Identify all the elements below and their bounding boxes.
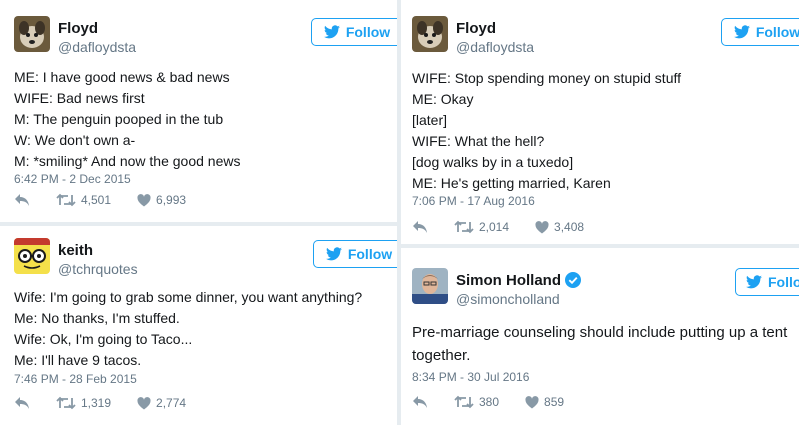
retweet-button[interactable]: 380 bbox=[454, 395, 499, 409]
like-count: 3,408 bbox=[554, 220, 585, 234]
retweet-icon bbox=[454, 220, 474, 234]
tweet-line: Me: No thanks, I'm stuffed. bbox=[14, 310, 180, 326]
retweet-button[interactable]: 4,501 bbox=[56, 193, 111, 207]
retweet-count: 1,319 bbox=[81, 396, 112, 410]
tweet-text: Wife: I'm going to grab some dinner, you… bbox=[14, 287, 362, 371]
sponge-glasses-avatar-icon bbox=[14, 238, 50, 274]
person-avatar-icon bbox=[412, 268, 448, 304]
avatar-floyd-dog[interactable] bbox=[14, 16, 50, 52]
tweet-actions: 380 859 bbox=[412, 395, 590, 409]
avatar-simon-holland[interactable] bbox=[412, 268, 448, 304]
avatar-keith-sponge[interactable] bbox=[14, 238, 50, 274]
dog-avatar-icon bbox=[412, 16, 448, 52]
tweet-line: Me: I'll have 9 tacos. bbox=[14, 352, 142, 368]
tweet-line: ME: Okay bbox=[412, 91, 474, 107]
tweet-text: ME: I have good news & bad news WIFE: Ba… bbox=[14, 67, 240, 172]
follow-label: Follow bbox=[755, 24, 799, 40]
tweet-timestamp[interactable]: 7:06 PM - 17 Aug 2016 bbox=[412, 194, 535, 208]
like-count: 859 bbox=[544, 395, 565, 409]
like-button[interactable]: 859 bbox=[525, 395, 564, 409]
follow-button[interactable]: Follow bbox=[721, 18, 799, 46]
retweet-icon bbox=[454, 395, 474, 409]
follow-label: Follow bbox=[345, 24, 391, 40]
tweet-line: [dog walks by in a tuxedo] bbox=[412, 154, 574, 170]
heart-icon bbox=[137, 193, 151, 206]
tweet-line: WIFE: Bad news first bbox=[14, 90, 145, 106]
author-name[interactable]: Floyd bbox=[58, 20, 98, 37]
author-name-text: Simon Holland bbox=[456, 272, 561, 289]
tweet-line: Wife: Ok, I'm going to Taco... bbox=[14, 331, 193, 347]
verified-badge-icon bbox=[565, 272, 581, 292]
reply-arrow-icon bbox=[413, 221, 427, 233]
tweet-text: WIFE: Stop spending money on stupid stuf… bbox=[412, 68, 681, 194]
tweet-line: W: We don't own a- bbox=[14, 132, 136, 148]
author-handle[interactable]: @simoncholland bbox=[456, 291, 560, 307]
author-name[interactable]: Floyd bbox=[456, 20, 496, 37]
tweet-timestamp[interactable]: 7:46 PM - 28 Feb 2015 bbox=[14, 372, 137, 386]
tweet-card: Floyd @dafloydsta Follow WIFE: Stop spen… bbox=[401, 0, 799, 244]
heart-icon bbox=[137, 396, 151, 409]
like-count: 6,993 bbox=[156, 193, 187, 207]
follow-button[interactable]: Follow bbox=[735, 268, 799, 296]
twitter-bird-icon bbox=[325, 247, 342, 261]
tweet-line: M: The penguin pooped in the tub bbox=[14, 111, 224, 127]
author-name[interactable]: Simon Holland bbox=[456, 272, 581, 292]
reply-arrow-icon bbox=[15, 397, 29, 409]
tweet-line: Pre-marriage counseling should include p… bbox=[412, 324, 788, 341]
retweet-icon bbox=[56, 193, 76, 207]
author-name[interactable]: keith bbox=[58, 242, 93, 259]
follow-label: Follow bbox=[768, 274, 799, 290]
tweet-card: keith @tchrquotes Follow Wife: I'm going… bbox=[0, 226, 397, 425]
tweet-timestamp[interactable]: 6:42 PM - 2 Dec 2015 bbox=[14, 172, 131, 186]
tweet-line: ME: He's getting married, Karen bbox=[412, 175, 611, 191]
reply-button[interactable] bbox=[412, 220, 428, 234]
follow-button[interactable]: Follow bbox=[313, 240, 397, 268]
twitter-bird-icon bbox=[323, 25, 340, 39]
retweet-count: 4,501 bbox=[81, 193, 112, 207]
follow-label: Follow bbox=[347, 246, 393, 262]
tweet-line: M: *smiling* And now the good news bbox=[14, 153, 241, 169]
heart-icon bbox=[535, 220, 549, 233]
reply-arrow-icon bbox=[15, 194, 29, 206]
tweet-line: [later] bbox=[412, 112, 448, 128]
tweet-line: Wife: I'm going to grab some dinner, you… bbox=[14, 289, 363, 305]
retweet-count: 2,014 bbox=[479, 220, 510, 234]
like-button[interactable]: 2,774 bbox=[137, 396, 186, 410]
twitter-bird-icon bbox=[746, 275, 762, 289]
tweet-line: together. bbox=[412, 347, 471, 364]
twitter-bird-icon bbox=[733, 25, 750, 39]
tweet-card: Floyd @dafloydsta Follow ME: I have good… bbox=[0, 0, 397, 222]
retweet-count: 380 bbox=[479, 395, 500, 409]
tweet-actions: 1,319 2,774 bbox=[14, 396, 212, 410]
like-button[interactable]: 6,993 bbox=[137, 193, 186, 207]
heart-icon bbox=[525, 395, 539, 408]
retweet-button[interactable]: 2,014 bbox=[454, 220, 509, 234]
author-handle[interactable]: @dafloydsta bbox=[456, 39, 534, 55]
dog-avatar-icon bbox=[14, 16, 50, 52]
tweet-line: WIFE: Stop spending money on stupid stuf… bbox=[412, 70, 682, 86]
tweet-timestamp[interactable]: 8:34 PM - 30 Jul 2016 bbox=[412, 370, 529, 384]
tweet-actions: 4,501 6,993 bbox=[14, 193, 212, 207]
tweet-actions: 2,014 3,408 bbox=[412, 220, 610, 234]
author-handle[interactable]: @tchrquotes bbox=[58, 261, 138, 277]
tweet-text: Pre-marriage counseling should include p… bbox=[412, 321, 787, 367]
reply-button[interactable] bbox=[14, 193, 30, 207]
reply-button[interactable] bbox=[412, 395, 428, 409]
like-count: 2,774 bbox=[156, 396, 187, 410]
tweet-line: WIFE: What the hell? bbox=[412, 133, 545, 149]
like-button[interactable]: 3,408 bbox=[535, 220, 584, 234]
tweet-line: ME: I have good news & bad news bbox=[14, 69, 230, 85]
reply-arrow-icon bbox=[413, 396, 427, 408]
avatar-floyd-dog[interactable] bbox=[412, 16, 448, 52]
retweet-button[interactable]: 1,319 bbox=[56, 396, 111, 410]
retweet-icon bbox=[56, 396, 76, 410]
follow-button[interactable]: Follow bbox=[311, 18, 397, 46]
author-handle[interactable]: @dafloydsta bbox=[58, 39, 136, 55]
reply-button[interactable] bbox=[14, 396, 30, 410]
tweet-card: Simon Holland @simoncholland Follow Pre-… bbox=[401, 248, 799, 425]
